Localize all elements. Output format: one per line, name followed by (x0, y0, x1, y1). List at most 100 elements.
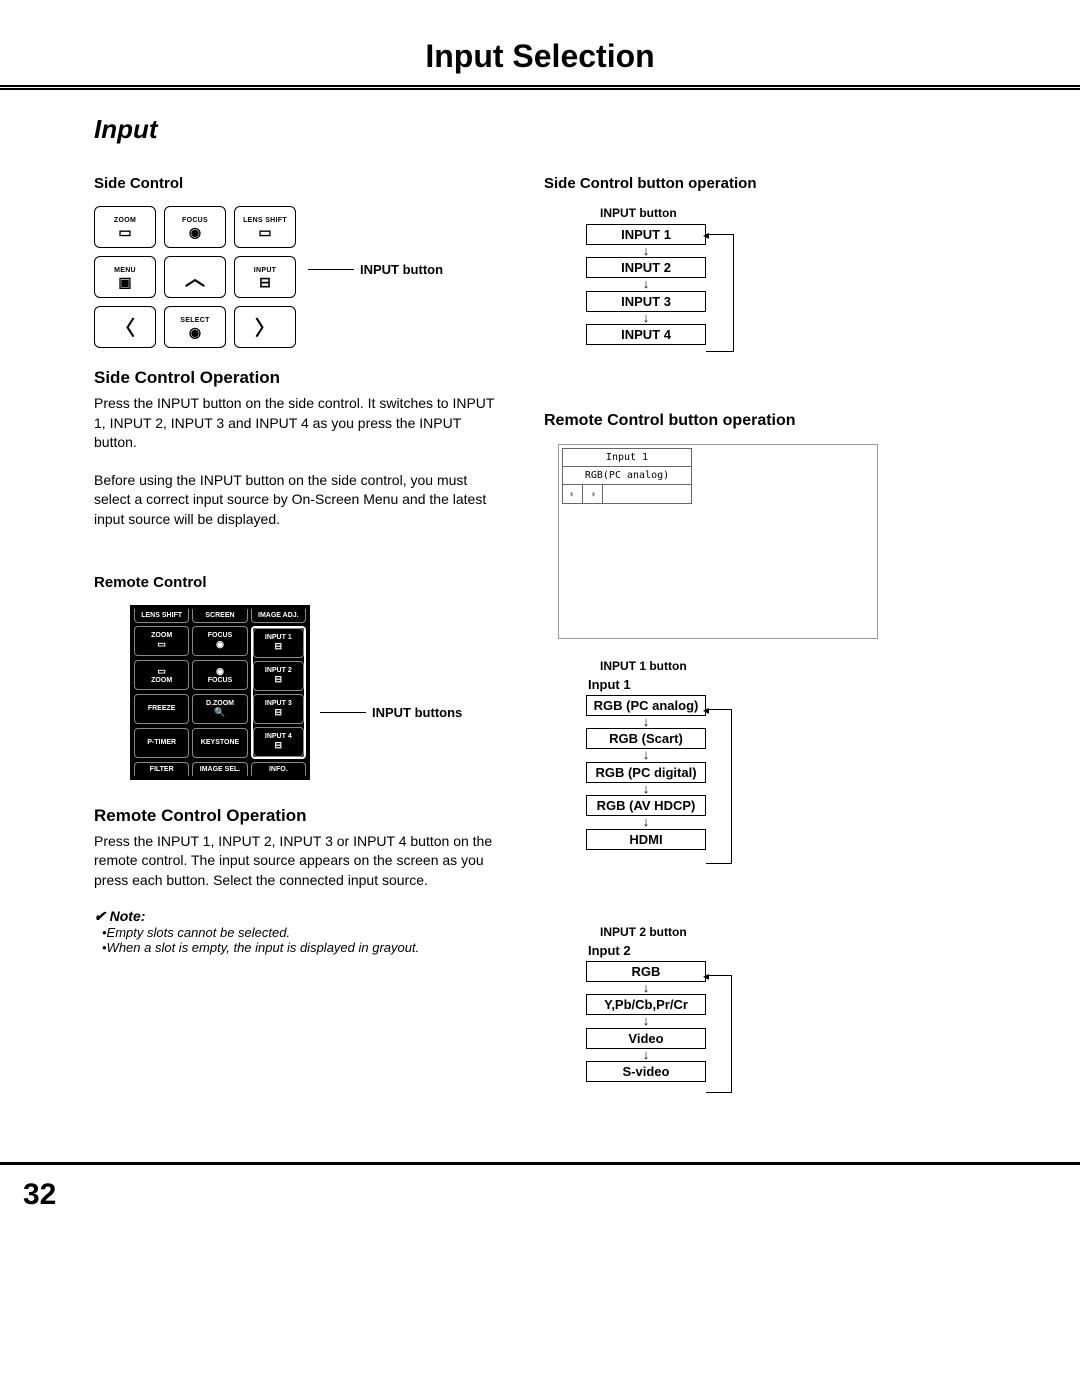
cycle-box: INPUT 3 (586, 291, 706, 312)
side-control-head: Side Control (94, 175, 504, 192)
cycle-box: Video (586, 1028, 706, 1049)
cycle-box: INPUT 2 (586, 257, 706, 278)
side-control-operation-head: Side Control Operation (94, 368, 504, 388)
input2-remote: INPUT 2⊟ (253, 661, 304, 691)
note-block: ✔ Note: •Empty slots cannot be selected.… (94, 908, 504, 955)
arrow-down-icon: ↓ (586, 716, 706, 728)
menu-button: MENU▣ (94, 256, 156, 298)
scbo-head: Side Control button operation (544, 175, 986, 192)
diag2-label: INPUT 1 button (600, 659, 986, 673)
zoom2-remote: ▭ZOOM (134, 660, 189, 690)
input-button: INPUT⊟ (234, 256, 296, 298)
lens-shift-remote: LENS SHIFT (134, 609, 189, 623)
left-button: 〈 (94, 306, 156, 348)
left-column: Side Control ZOOM▭ FOCUS◉ LENS SHIFT▭ ME… (94, 175, 504, 1151)
imagesel-remote: IMAGE SEL. (192, 762, 247, 776)
footer-rule (0, 1162, 1080, 1165)
input1-cycle-diagram: Input 1 RGB (PC analog) ↓ RGB (Scart) ↓ … (586, 677, 986, 897)
image-adj-remote: IMAGE ADJ. (251, 609, 306, 623)
callout-line (308, 269, 354, 270)
zoom-remote: ZOOM▭ (134, 626, 189, 656)
page-title: Input Selection (0, 0, 1080, 85)
content-area: Input Side Control ZOOM▭ FOCUS◉ LENS SHI… (0, 114, 1080, 1151)
cycle-box: RGB (AV HDCP) (586, 795, 706, 816)
diag1-label: INPUT button (600, 206, 986, 220)
cycle-box: RGB (Scart) (586, 728, 706, 749)
zoom-icon: ▭ (118, 225, 131, 239)
arrow-down-icon: ↓ (586, 783, 706, 795)
filter-remote: FILTER (134, 762, 189, 776)
title-rule (0, 85, 1080, 90)
osd-icon: ◐ (563, 485, 583, 503)
note-head: ✔ Note: (94, 908, 504, 925)
focus-remote: FOCUS◉ (192, 626, 247, 656)
cycle-box: INPUT 4 (586, 324, 706, 345)
input3-remote: INPUT 3⊟ (253, 694, 304, 724)
remote-body: LENS SHIFT SCREEN IMAGE ADJ. ZOOM▭ FOCUS… (130, 605, 310, 780)
osd-line2: RGB(PC analog) (563, 467, 691, 485)
callout-line (320, 712, 366, 713)
arrow-left-icon: ◂ (703, 970, 709, 982)
osd-line1: Input 1 (563, 449, 691, 467)
arrow-left-icon: ◂ (703, 704, 709, 716)
callout-label: INPUT buttons (372, 705, 462, 720)
cycle-box: INPUT 1 (586, 224, 706, 245)
menu-icon: ▣ (118, 275, 131, 289)
sco-paragraph-1: Press the INPUT button on the side contr… (94, 394, 504, 453)
note-item: •Empty slots cannot be selected. (112, 925, 504, 940)
lens-shift-button: LENS SHIFT▭ (234, 206, 296, 248)
chevron-up-icon: ︿ (185, 269, 205, 289)
dzoom-remote: D.ZOOM🔍 (192, 694, 247, 724)
input2-cycle-diagram: Input 2 RGB ↓ Y,Pb/Cb,Pr/Cr ↓ Video ↓ S-… (586, 943, 986, 1123)
arrow-down-icon: ↓ (586, 245, 706, 257)
cycle-box: Y,Pb/Cb,Pr/Cr (586, 994, 706, 1015)
osd-icon: ◑ (583, 485, 603, 503)
rcbo-head: Remote Control button operation (544, 412, 986, 430)
cycle-box: RGB (586, 961, 706, 982)
cycle-box: RGB (PC digital) (586, 762, 706, 783)
arrow-down-icon: ↓ (586, 816, 706, 828)
select-button: SELECT◉ (164, 306, 226, 348)
screen-remote: SCREEN (192, 609, 247, 623)
arrow-down-icon: ↓ (586, 312, 706, 324)
info-remote: INFO. (251, 762, 306, 776)
cycle-box: RGB (PC analog) (586, 695, 706, 716)
focus-button: FOCUS◉ (164, 206, 226, 248)
input-button-callout: INPUT button (308, 262, 443, 277)
cycle-first: Input 2 (586, 943, 706, 961)
note-item: •When a slot is empty, the input is disp… (112, 940, 504, 955)
remote-control-head: Remote Control (94, 574, 504, 591)
keystone-remote: KEYSTONE (192, 728, 247, 758)
focus-icon: ◉ (189, 225, 201, 239)
select-icon: ◉ (189, 325, 201, 339)
chevron-right-icon: 〉 (255, 319, 275, 339)
sco-paragraph-2: Before using the INPUT button on the sid… (94, 471, 504, 530)
arrow-down-icon: ↓ (586, 1049, 706, 1061)
input-cycle-diagram: INPUT 1 ↓ INPUT 2 ↓ INPUT 3 ↓ INPUT 4 ◂ (586, 224, 986, 364)
loop-line (706, 234, 734, 352)
side-control-figure: ZOOM▭ FOCUS◉ LENS SHIFT▭ MENU▣ ︿ INPUT⊟ … (94, 206, 504, 348)
cycle-first: Input 1 (586, 677, 706, 695)
page-number: 32 (23, 1178, 56, 1212)
lens-shift-icon: ▭ (258, 225, 271, 239)
arrow-down-icon: ↓ (586, 278, 706, 290)
right-button: 〉 (234, 306, 296, 348)
focus2-remote: ◉FOCUS (192, 660, 247, 690)
input-buttons-highlight: INPUT 1⊟ INPUT 2⊟ INPUT 3⊟ INPUT 4⊟ (251, 626, 306, 759)
input4-remote: INPUT 4⊟ (253, 727, 304, 757)
osd-panel: Input 1 RGB(PC analog) ◐ ◑ (558, 444, 878, 639)
cycle-box: S-video (586, 1061, 706, 1082)
loop-line (706, 975, 732, 1093)
arrow-down-icon: ↓ (586, 1015, 706, 1027)
diag3-label: INPUT 2 button (600, 925, 986, 939)
up-button: ︿ (164, 256, 226, 298)
chevron-left-icon: 〈 (115, 319, 135, 339)
zoom-button: ZOOM▭ (94, 206, 156, 248)
arrow-down-icon: ↓ (586, 982, 706, 994)
freeze-remote: FREEZE (134, 694, 189, 724)
section-heading: Input (94, 114, 986, 145)
osd-inner: Input 1 RGB(PC analog) ◐ ◑ (562, 448, 692, 504)
right-column: Side Control button operation INPUT butt… (544, 175, 986, 1151)
input1-remote: INPUT 1⊟ (253, 628, 304, 658)
input-icon: ⊟ (259, 275, 271, 289)
